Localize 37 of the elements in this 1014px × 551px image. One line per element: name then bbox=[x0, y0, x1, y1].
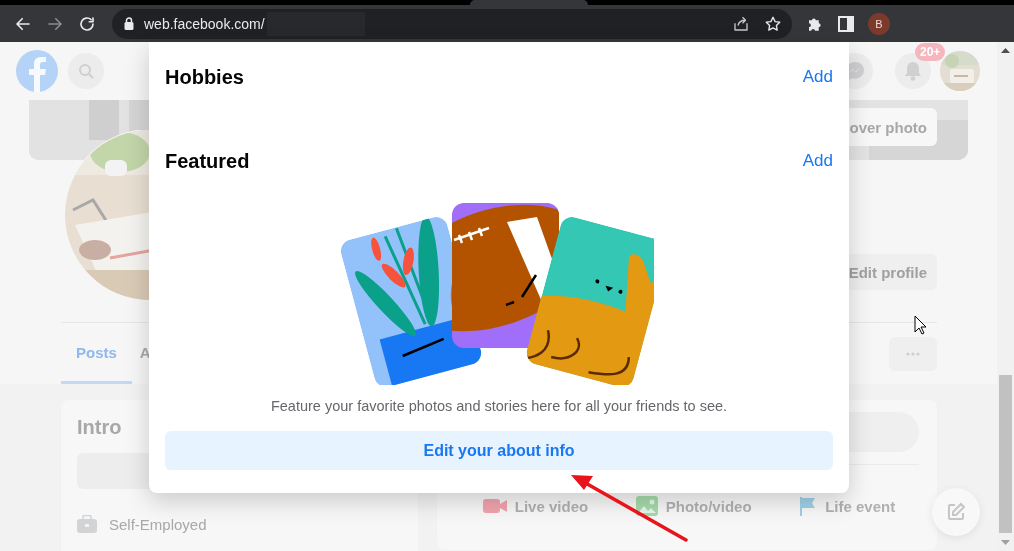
scroll-down-icon[interactable] bbox=[1001, 540, 1010, 545]
scrollbar-thumb[interactable] bbox=[999, 375, 1012, 533]
side-panel-icon[interactable] bbox=[838, 15, 854, 32]
section-title: Featured bbox=[165, 149, 250, 173]
briefcase-icon bbox=[77, 515, 97, 533]
add-link[interactable]: Add bbox=[802, 67, 833, 87]
lock-icon bbox=[124, 17, 134, 30]
bell-icon bbox=[904, 61, 922, 81]
video-camera-icon bbox=[482, 497, 507, 515]
add-link[interactable]: Add bbox=[802, 151, 833, 171]
composer-action[interactable]: Life event bbox=[793, 495, 902, 517]
scrollbar[interactable] bbox=[997, 42, 1014, 551]
star-icon[interactable] bbox=[764, 14, 782, 33]
section-title: Hobbies bbox=[165, 65, 244, 89]
profile-tab[interactable]: A bbox=[133, 323, 166, 384]
composer-action[interactable]: Live video bbox=[476, 495, 595, 517]
intro-title: Intro bbox=[77, 416, 123, 439]
compose-icon bbox=[946, 502, 966, 522]
address-bar[interactable]: web.facebook.com/ bbox=[112, 8, 792, 39]
flag-icon bbox=[799, 496, 818, 516]
logo-icon[interactable] bbox=[16, 50, 58, 92]
edit-about-info-button[interactable]: Edit your about info bbox=[165, 431, 833, 470]
share-icon[interactable] bbox=[732, 14, 750, 33]
composer-action[interactable]: Photo/video bbox=[629, 495, 758, 517]
photo-icon bbox=[635, 496, 658, 516]
more-button[interactable] bbox=[889, 336, 937, 371]
mouse-cursor-icon bbox=[914, 315, 927, 335]
profile-avatar-button[interactable]: B bbox=[868, 12, 890, 35]
reload-icon bbox=[78, 14, 96, 33]
search-icon bbox=[78, 63, 94, 79]
scroll-up-icon[interactable] bbox=[1001, 48, 1010, 53]
url-text: web.facebook.com/ bbox=[144, 15, 265, 32]
intro-item: Self-Employed bbox=[109, 515, 207, 533]
more-dots-icon bbox=[906, 351, 920, 356]
featured-caption: Feature your favorite photos and stories here for all your friends to see. bbox=[269, 398, 729, 414]
search-button[interactable] bbox=[68, 53, 104, 89]
notification-badge: 20+ bbox=[915, 43, 946, 61]
